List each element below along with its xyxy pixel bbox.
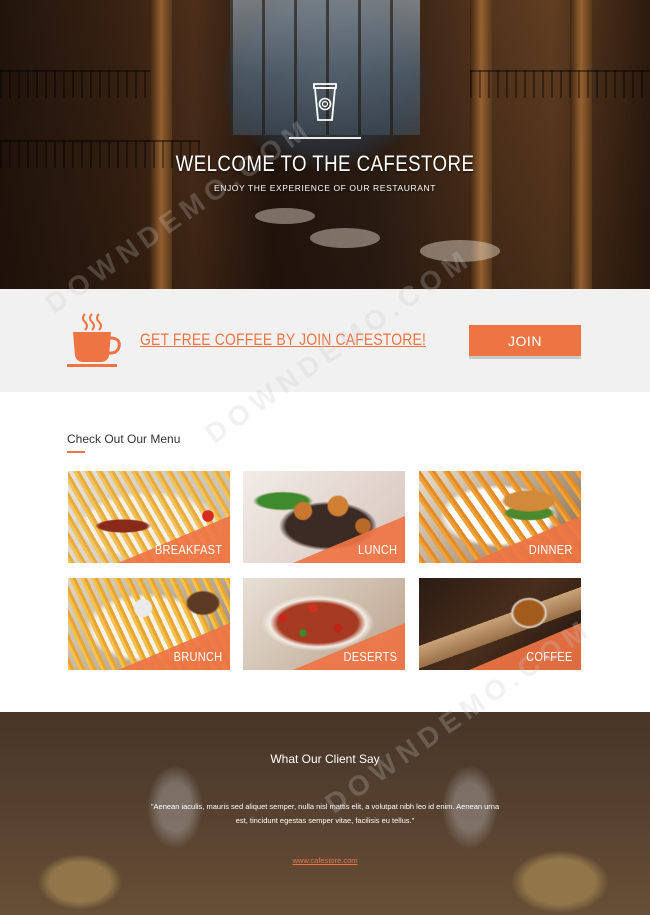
hero-content: WELCOME TO THE CAFESTORE ENJOY THE EXPER… [0,80,650,193]
tile-label: LUNCH [357,542,397,557]
hero-table [310,228,380,248]
tile-label: DESERTS [343,649,397,664]
hero-subtitle: ENJOY THE EXPERIENCE OF OUR RESTAURANT [213,183,437,193]
hero-divider [289,137,361,139]
tile-label: BRUNCH [173,649,222,664]
menu-tile-coffee[interactable]: COFFEE [419,578,581,670]
menu-tile-brunch[interactable]: BRUNCH [68,578,230,670]
menu-tile-dinner[interactable]: DINNER [419,471,581,563]
menu-tile-deserts[interactable]: DESERTS [243,578,405,670]
tile-label: BREAKFAST [154,542,222,557]
cup-icon [313,83,337,121]
join-button[interactable]: JOIN [469,325,581,356]
menu-tile-lunch[interactable]: LUNCH [243,471,405,563]
testimonial-heading: What Our Client Say [270,752,380,766]
promo-link[interactable]: GET FREE COFFEE BY JOIN CAFESTORE! [140,330,426,350]
hero-table [255,208,315,224]
menu-heading-underline [67,451,85,453]
testimonial-quote: "Aenean iaculis, mauris sed aliquet semp… [150,802,500,825]
menu-heading: Check Out Our Menu [67,432,181,446]
coffee-cup-icon [67,313,121,367]
hero-banner: WELCOME TO THE CAFESTORE ENJOY THE EXPER… [0,0,650,289]
testimonial-author-link[interactable]: www.cafestore.com [0,856,650,865]
hero-table [420,240,500,262]
tile-label: COFFEE [526,649,573,664]
hero-title: WELCOME TO THE CAFESTORE [175,151,475,176]
menu-tile-breakfast[interactable]: BREAKFAST [68,471,230,563]
tile-label: DINNER [529,542,573,557]
